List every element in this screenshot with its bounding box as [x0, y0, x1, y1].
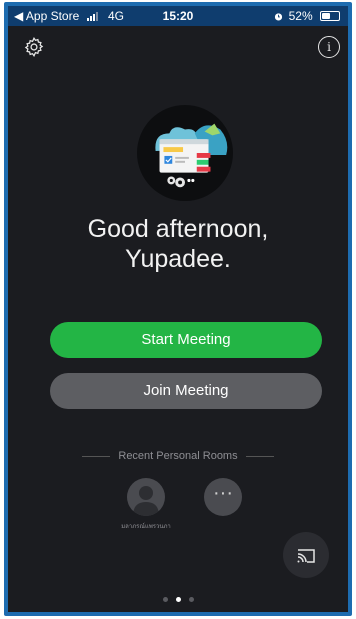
meeting-illustration — [136, 104, 234, 202]
join-meeting-button[interactable]: Join Meeting — [50, 373, 322, 409]
app-screen: ◀ App Store 4G 15:20 52% i Good afternoo… — [8, 6, 348, 612]
battery-level — [322, 13, 331, 19]
battery-percent: 52% — [288, 9, 313, 23]
avatar-icon — [133, 486, 159, 516]
more-icon: ··· — [213, 482, 233, 504]
recent-room-name: มลาภรณ์แพรวนภา — [121, 524, 171, 530]
page-dot[interactable] — [188, 597, 194, 602]
greeting-name: Yupadee. — [125, 245, 231, 273]
greeting-line1: Good afternoon, — [87, 215, 269, 243]
status-bar: ◀ App Store 4G 15:20 52% — [8, 6, 348, 26]
divider — [245, 455, 274, 457]
greeting: Good afternoon, Yupadee. — [8, 214, 348, 274]
recent-rooms-title: Recent Personal Rooms — [118, 450, 238, 462]
more-rooms-button[interactable]: ··· — [204, 478, 242, 516]
screen-share-icon — [297, 549, 315, 563]
alarm-icon — [275, 13, 283, 21]
page-dot[interactable] — [162, 597, 168, 602]
recent-room-avatar[interactable] — [127, 478, 165, 516]
status-right: 52% — [274, 9, 340, 23]
gear-icon[interactable] — [23, 36, 45, 58]
page-dot-active[interactable] — [175, 597, 181, 602]
page-indicator — [8, 589, 348, 607]
battery-icon — [320, 11, 340, 21]
divider — [82, 455, 111, 457]
info-icon[interactable]: i — [318, 36, 340, 58]
recent-rooms-header: Recent Personal Rooms — [8, 450, 348, 462]
screen-share-button[interactable] — [283, 532, 329, 578]
start-meeting-button[interactable]: Start Meeting — [50, 322, 322, 358]
